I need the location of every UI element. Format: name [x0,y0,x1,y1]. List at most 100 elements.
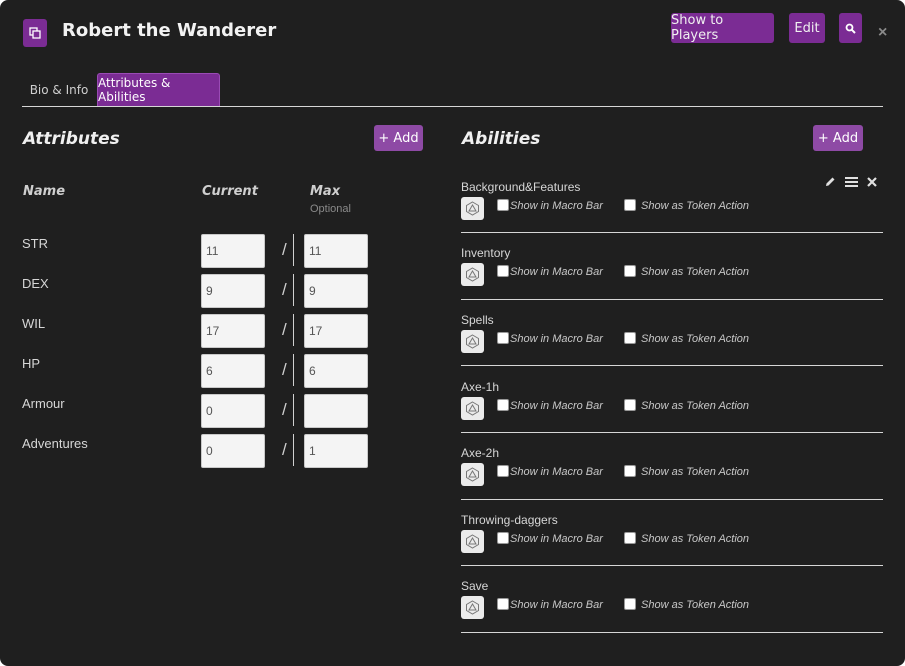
attribute-name: HP [22,356,41,371]
token-action-checkbox[interactable] [624,265,636,277]
macro-bar-checkbox[interactable] [497,399,509,411]
d20-dice-icon [466,334,479,349]
roll-button[interactable] [461,397,484,420]
attribute-separator: / [282,360,287,379]
add-attribute-button[interactable]: + Add [374,125,423,151]
column-max-optional: Optional [310,203,351,215]
ability-name: Inventory [461,246,511,260]
delete-icon[interactable] [867,176,877,187]
token-action-checkbox[interactable] [624,332,636,344]
macro-bar-checkbox[interactable] [497,465,509,477]
token-action-checkbox[interactable] [624,598,636,610]
ability-name: Background&Features [461,180,581,194]
separator-bar [293,394,294,426]
macro-bar-checkbox[interactable] [497,532,509,544]
macro-bar-label: Show in Macro Bar [510,333,603,345]
sheet-copy-icon[interactable] [23,19,47,47]
separator-bar [293,314,294,346]
macro-bar-label: Show in Macro Bar [510,599,603,611]
attribute-name: Adventures [22,436,88,451]
tab-divider [22,106,883,107]
tab-bio-info[interactable]: Bio & Info [23,73,95,106]
edit-button[interactable]: Edit [789,13,825,43]
ability-item: Spells Show in Macro Bar Show as Token A… [461,313,883,366]
attribute-current-input[interactable]: 0 [201,434,265,468]
ability-name: Save [461,579,489,593]
search-button[interactable] [839,13,862,43]
roll-button[interactable] [461,596,484,619]
attribute-separator: / [282,320,287,339]
token-action-checkbox[interactable] [624,199,636,211]
ability-item: Background&Features Show in Macro Bar Sh… [461,176,883,233]
attribute-separator: / [282,400,287,419]
token-action-checkbox[interactable] [624,399,636,411]
menu-icon[interactable] [845,176,858,187]
separator-bar [293,354,294,386]
token-action-label: Show as Token Action [641,599,750,611]
token-action-label: Show as Token Action [641,266,750,278]
attribute-separator: / [282,280,287,299]
attribute-max-input[interactable]: 9 [304,274,368,308]
d20-dice-icon [466,600,479,615]
attribute-current-input[interactable]: 0 [201,394,265,428]
macro-bar-checkbox[interactable] [497,332,509,344]
attribute-name: Armour [22,396,65,411]
macro-bar-label: Show in Macro Bar [510,533,603,545]
ability-item: Inventory Show in Macro Bar Show as Toke… [461,246,883,300]
search-icon [845,23,856,34]
ability-item: Axe-2h Show in Macro Bar Show as Token A… [461,446,883,500]
attribute-name: STR [22,236,48,251]
attribute-max-input[interactable]: 6 [304,354,368,388]
show-to-players-button[interactable]: Show to Players [671,13,774,43]
macro-bar-label: Show in Macro Bar [510,400,603,412]
token-action-label: Show as Token Action [641,333,750,345]
pencil-icon[interactable] [825,176,836,187]
token-action-label: Show as Token Action [641,466,750,478]
macro-bar-checkbox[interactable] [497,265,509,277]
attribute-max-input[interactable]: 17 [304,314,368,348]
token-action-checkbox[interactable] [624,465,636,477]
ability-item: Throwing-daggers Show in Macro Bar Show … [461,513,883,566]
roll-button[interactable] [461,197,484,220]
attribute-current-input[interactable]: 6 [201,354,265,388]
add-ability-button[interactable]: + Add [813,125,863,151]
roll-button[interactable] [461,530,484,553]
ability-name: Axe-1h [461,380,500,394]
attribute-max-input[interactable]: 11 [304,234,368,268]
attribute-current-input[interactable]: 17 [201,314,265,348]
column-current-header: Current [202,184,258,199]
ability-toolbar [825,176,877,187]
tab-attributes-abilities[interactable]: Attributes & Abilities [97,73,220,106]
separator-bar [293,234,294,266]
d20-dice-icon [466,467,479,482]
attribute-separator: / [282,240,287,259]
abilities-title: Abilities [462,129,541,149]
attribute-current-input[interactable]: 11 [201,234,265,268]
token-action-label: Show as Token Action [641,400,750,412]
roll-button[interactable] [461,330,484,353]
close-icon[interactable]: × [878,24,887,42]
attribute-max-input[interactable]: 1 [304,434,368,468]
macro-bar-checkbox[interactable] [497,199,509,211]
d20-dice-icon [466,201,479,216]
d20-dice-icon [466,401,479,416]
column-max-header: Max [310,184,341,199]
token-action-checkbox[interactable] [624,532,636,544]
macro-bar-label: Show in Macro Bar [510,466,603,478]
ability-name: Axe-2h [461,446,500,460]
attribute-row: Adventures 0 / 1 [22,434,372,468]
roll-button[interactable] [461,463,484,486]
d20-dice-icon [466,267,479,282]
column-name-header: Name [23,184,66,199]
attribute-row: STR 11 / 11 [22,234,372,268]
attribute-current-input[interactable]: 9 [201,274,265,308]
page-title: Robert the Wanderer [62,20,277,41]
ability-name: Throwing-daggers [461,513,558,527]
roll-button[interactable] [461,263,484,286]
macro-bar-label: Show in Macro Bar [510,200,603,212]
macro-bar-label: Show in Macro Bar [510,266,603,278]
macro-bar-checkbox[interactable] [497,598,509,610]
attribute-name: DEX [22,276,49,291]
attribute-separator: / [282,440,287,459]
attribute-max-input[interactable] [304,394,368,428]
